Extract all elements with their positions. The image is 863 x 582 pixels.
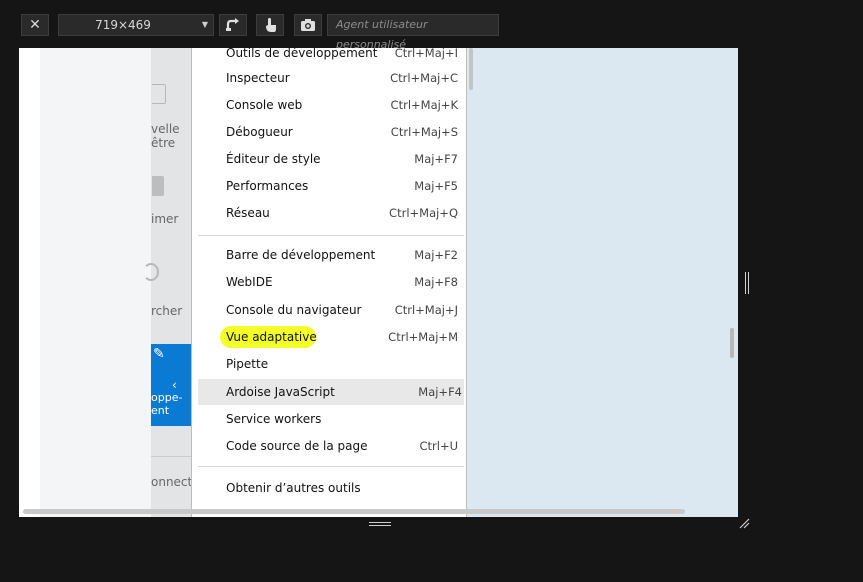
vertical-scrollbar-thumb[interactable] [730,328,734,358]
menu-item-label: Vue adaptative [226,330,317,344]
resize-handle-right[interactable] [745,272,749,294]
close-icon: ✕ [29,17,41,33]
page-panel [40,48,151,517]
menu-item-label: WebIDE [226,275,273,289]
touch-simulation-button[interactable] [256,14,284,36]
stub-label-nouvelle: velle [151,122,180,136]
menu-item-autres-outils[interactable]: Obtenir d’autres outils [192,475,466,501]
wrench-icon: ✎ [153,346,165,362]
menu-item-service-workers[interactable]: Service workers [192,406,466,432]
menu-item-label: Service workers [226,412,322,426]
user-agent-input[interactable]: Agent utilisateur personnalisé [327,14,499,51]
chevron-down-icon: ▼ [201,20,208,29]
menu-item-label: Barre de développement [226,248,376,262]
menu-item-editeur-de-style[interactable]: Éditeur de style Maj+F7 [192,146,466,172]
menu-item-label: Ardoise JavaScript [226,385,335,399]
menu-item-label: Outils de développement [226,48,378,60]
menu-item-shortcut: Maj+F5 [414,179,458,193]
find-icon [143,263,159,281]
user-agent-placeholder: Agent utilisateur personnalisé [336,18,428,51]
menu-item-shortcut: Ctrl+U [419,439,458,453]
menu-item-shortcut: Ctrl+Maj+C [390,71,458,85]
page-background [468,48,738,517]
menu-item-label: Performances [226,179,309,193]
menu-item-shortcut: Ctrl+Maj+Q [389,206,458,220]
camera-icon [301,19,315,31]
viewport-size-select[interactable]: 719×469 ▼ [58,14,214,36]
stub-label-developpement-1: oppe- [151,391,183,404]
menu-item-shortcut: Ctrl+Maj+I [394,48,458,60]
menu-item-shortcut: Maj+F7 [414,152,458,166]
menu-item-debogueur[interactable]: Débogueur Ctrl+Maj+S [192,119,466,145]
viewport-size-value: 719×469 [95,18,151,32]
menu-item-shortcut: Ctrl+Maj+S [390,125,458,139]
menu-item-ardoise-javascript[interactable]: Ardoise JavaScript Maj+F4 [198,379,464,405]
menu-item-label: Inspecteur [226,71,290,85]
menu-item-shortcut: Ctrl+Maj+J [394,303,458,317]
menu-item-shortcut: Ctrl+Maj+K [390,98,458,112]
menu-separator [198,466,464,467]
menu-item-pipette[interactable]: Pipette [192,351,466,377]
menu-item-inspecteur[interactable]: Inspecteur Ctrl+Maj+C [192,65,466,91]
rotate-icon [226,18,239,31]
menu-item-performances[interactable]: Performances Maj+F5 [192,173,466,199]
horizontal-scrollbar-thumb[interactable] [23,509,685,514]
page-margin [19,48,40,517]
stub-label-developpement-2: ent [151,404,170,417]
menu-item-webide[interactable]: WebIDE Maj+F8 [192,269,466,295]
developer-panel-button[interactable]: ✎ ‹ oppe- ent [151,344,191,426]
screenshot-button[interactable] [294,14,322,36]
menu-item-shortcut: Maj+F8 [414,275,458,289]
menu-item-console-web[interactable]: Console web Ctrl+Maj+K [192,92,466,118]
menu-item-label: Console du navigateur [226,303,362,317]
menu-scrollbar[interactable] [469,48,473,90]
menu-item-label: Réseau [226,206,270,220]
menu-item-label: Éditeur de style [226,152,321,166]
touch-icon [266,18,276,32]
stub-label-imprimer: imer [151,212,179,226]
menu-item-console-du-navigateur[interactable]: Console du navigateur Ctrl+Maj+J [192,297,466,323]
chevron-left-icon: ‹ [172,378,177,392]
menu-item-label: Obtenir d’autres outils [226,481,361,495]
responsive-viewport: velle être imer rcher ✎ ‹ oppe- ent onne… [19,48,738,517]
developer-tools-menu: Outils de développement Ctrl+Maj+I Inspe… [191,48,467,517]
menu-item-label: Code source de la page [226,439,368,453]
divider [151,456,191,457]
stub-label-connecter: onnect [151,475,193,489]
menu-item-shortcut: Maj+F2 [414,248,458,262]
menu-separator [198,235,464,236]
resize-handle-bottom[interactable] [369,522,391,526]
print-icon [152,176,164,196]
menu-item-code-source[interactable]: Code source de la page Ctrl+U [192,433,466,459]
resize-grip-icon [739,518,750,529]
rotate-button[interactable] [219,14,247,36]
menu-item-barre-de-developpement[interactable]: Barre de développement Maj+F2 [192,242,466,268]
close-button[interactable]: ✕ [21,14,49,36]
menu-item-shortcut: Maj+F4 [418,385,462,399]
menu-item-label: Pipette [226,357,269,371]
menu-item-reseau[interactable]: Réseau Ctrl+Maj+Q [192,200,466,226]
menu-item-devtools[interactable]: Outils de développement Ctrl+Maj+I [192,48,466,66]
menu-item-label: Débogueur [226,125,293,139]
responsive-toolbar: ✕ 719×469 ▼ Agent utilisateur personnali… [0,0,863,51]
menu-item-vue-adaptative[interactable]: Vue adaptative Ctrl+Maj+M [192,324,466,350]
new-window-icon [152,84,166,104]
resize-handle-corner[interactable] [738,517,750,529]
stub-label-rechercher: rcher [151,304,183,318]
stub-label-fenetre: être [151,136,176,150]
page-sidebar-stub [151,48,191,517]
menu-item-shortcut: Ctrl+Maj+M [388,330,458,344]
menu-item-label: Console web [226,98,303,112]
